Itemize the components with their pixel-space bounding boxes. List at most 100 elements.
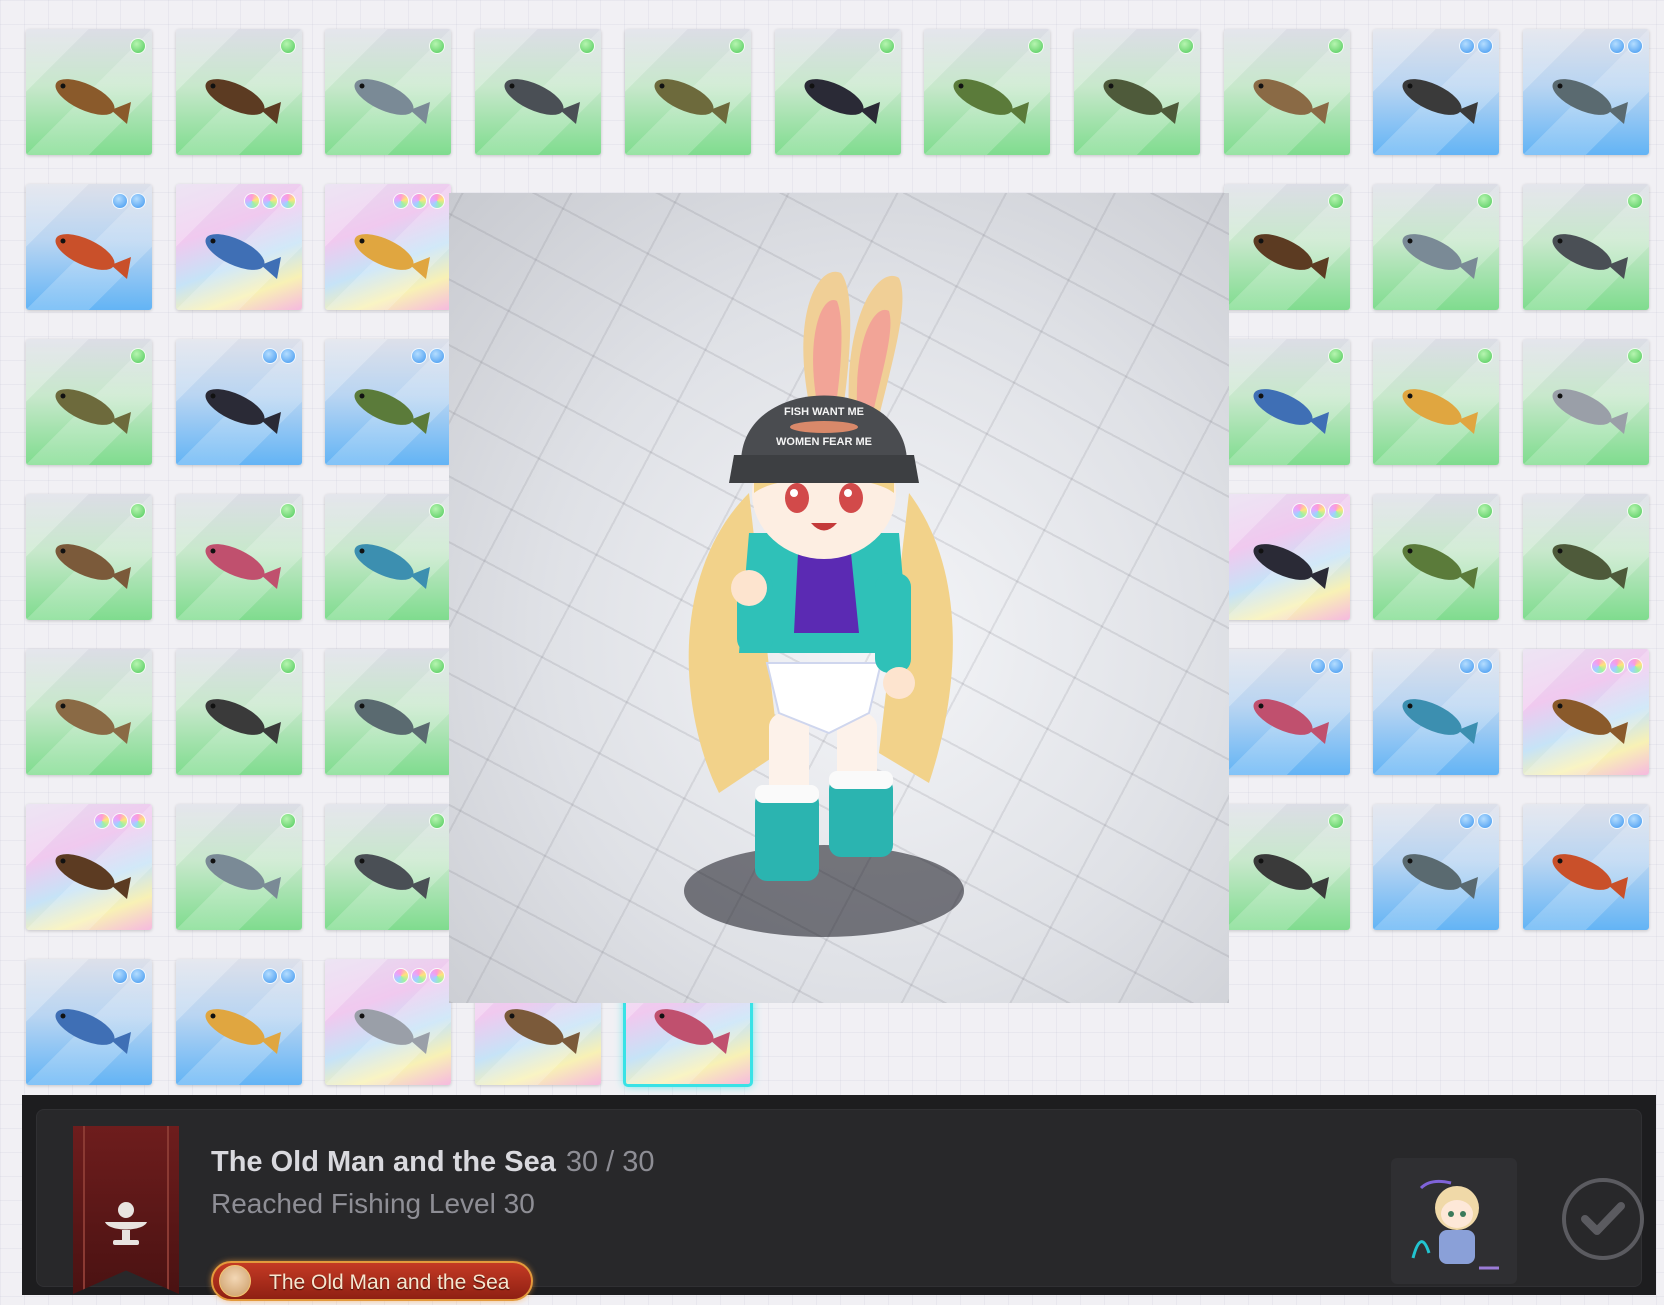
rarity-badges (1459, 38, 1493, 54)
rarity-badge-icon (1609, 38, 1625, 54)
rarity-badge-icon (130, 38, 146, 54)
betta-icon (205, 854, 281, 900)
fish-card-pufferfish[interactable] (1523, 184, 1649, 310)
fish-card-king-salmon[interactable] (1224, 494, 1350, 620)
pufferfish-icon (1552, 234, 1628, 280)
ribbon-eel-icon (205, 1009, 281, 1055)
fish-card-piranha[interactable] (176, 29, 302, 155)
rarity-badge-icon (1178, 38, 1194, 54)
fish-card-ribbon-eel[interactable] (176, 959, 302, 1085)
rarity-badge-icon (393, 968, 409, 984)
sawfish-icon (1402, 854, 1478, 900)
fish-card-sunfish[interactable] (924, 29, 1050, 155)
fish-card-salmon[interactable] (26, 494, 152, 620)
rarity-badge-icon (1328, 658, 1344, 674)
piranha-icon (205, 79, 281, 125)
rarity-badges (112, 193, 146, 209)
fish-card-catfish[interactable] (475, 29, 601, 155)
fish-card-arowana[interactable] (26, 184, 152, 310)
fish-card-mackerel[interactable] (325, 494, 451, 620)
fish-card-sea-dragon-dark[interactable] (325, 959, 451, 1085)
achievement-progress: 30 / 30 (565, 1146, 655, 1178)
rarity-badges (1178, 38, 1194, 54)
rarity-badge-icon (130, 813, 146, 829)
rarity-badges (1609, 38, 1643, 54)
fish-card-sea-turtle[interactable] (176, 339, 302, 465)
rarity-badge-icon (1328, 38, 1344, 54)
rarity-badge-icon (1328, 503, 1344, 519)
fish-card-coelacanth[interactable] (1224, 649, 1350, 775)
reward-title-tag: The Old Man and the Sea (211, 1261, 533, 1301)
reward-portrait (1391, 1158, 1517, 1284)
rarity-badge-icon (262, 348, 278, 364)
fish-card-sturgeon[interactable] (1523, 29, 1649, 155)
fish-card-snapper[interactable] (1373, 339, 1499, 465)
cap-text-line2: WOMEN FEAR ME (776, 436, 872, 448)
fish-card-pike[interactable] (625, 29, 751, 155)
achievement-title: The Old Man and the Sea 30 / 30 (211, 1146, 655, 1179)
fish-card-lionfish[interactable] (1523, 804, 1649, 930)
rarity-badges (1459, 813, 1493, 829)
rarity-badge-icon (130, 503, 146, 519)
fish-card-bass[interactable] (1074, 29, 1200, 155)
trout-icon (1253, 79, 1329, 125)
fish-card-mermaid-red[interactable] (1523, 649, 1649, 775)
fish-card-mandarinfish[interactable] (1224, 804, 1350, 930)
goldfish-black-icon (804, 79, 880, 125)
rarity-badge-icon (1459, 658, 1475, 674)
fish-card-perch[interactable] (176, 494, 302, 620)
fish-card-nautilus[interactable] (325, 804, 451, 930)
king-salmon-icon (1253, 544, 1329, 590)
achievement-panel: The Old Man and the Sea 30 / 30 Reached F… (22, 1095, 1656, 1301)
shark-icon (55, 389, 131, 435)
reward-title-label: The Old Man and the Sea (269, 1271, 510, 1294)
rarity-badge-icon (1328, 348, 1344, 364)
rarity-badge-icon (130, 658, 146, 674)
fish-card-snakehead[interactable] (1373, 29, 1499, 155)
rarity-badges (429, 813, 445, 829)
rarity-badges (429, 38, 445, 54)
fish-card-goldfish-black[interactable] (775, 29, 901, 155)
dugong-icon (1402, 699, 1478, 745)
arapaima-icon (354, 234, 430, 280)
fish-card-trout[interactable] (1224, 29, 1350, 155)
rarity-badge-icon (1292, 503, 1308, 519)
fish-card-grouper[interactable] (1224, 339, 1350, 465)
rarity-badge-icon (130, 193, 146, 209)
rarity-badges (1328, 38, 1344, 54)
fish-card-ocean-sunfish[interactable] (1523, 494, 1649, 620)
rarity-badge-icon (1477, 503, 1493, 519)
fish-card-shark[interactable] (26, 339, 152, 465)
fish-card-arapaima[interactable] (325, 184, 451, 310)
claim-check-button[interactable] (1562, 1178, 1644, 1260)
checkmark-icon (1581, 1202, 1625, 1235)
rarity-badge-icon (411, 968, 427, 984)
fish-card-tuna[interactable] (176, 649, 302, 775)
fish-card-starfish[interactable] (1523, 339, 1649, 465)
rarity-badges (1591, 658, 1643, 674)
fish-card-betta[interactable] (176, 804, 302, 930)
perch-icon (205, 544, 281, 590)
fish-card-leafy-seadragon[interactable] (1224, 184, 1350, 310)
rarity-badges (244, 193, 296, 209)
fish-card-sawfish[interactable] (1373, 804, 1499, 930)
fish-card-mermaid-green[interactable] (176, 184, 302, 310)
fish-card-mahi-mahi[interactable] (325, 649, 451, 775)
fish-card-sardine[interactable] (1373, 494, 1499, 620)
rarity-badge-icon (130, 968, 146, 984)
rarity-badges (1459, 658, 1493, 674)
fish-card-carp[interactable] (26, 29, 152, 155)
fish-card-striped-fish[interactable] (1373, 184, 1499, 310)
fish-card-small-fish[interactable] (325, 29, 451, 155)
fish-card-dugong[interactable] (1373, 649, 1499, 775)
ocean-sunfish-icon (1552, 544, 1628, 590)
fish-card-manta-ray[interactable] (26, 959, 152, 1085)
mermaid-red-icon (1552, 699, 1628, 745)
fish-card-jellyfish[interactable] (26, 649, 152, 775)
rarity-badges (1609, 813, 1643, 829)
rarity-badges (393, 193, 445, 209)
rarity-badge-icon (429, 813, 445, 829)
fish-card-wrasse[interactable] (325, 339, 451, 465)
fish-card-whale-shark[interactable] (26, 804, 152, 930)
character-preview[interactable]: FISH WANT ME WOMEN FEAR ME (449, 193, 1229, 1003)
